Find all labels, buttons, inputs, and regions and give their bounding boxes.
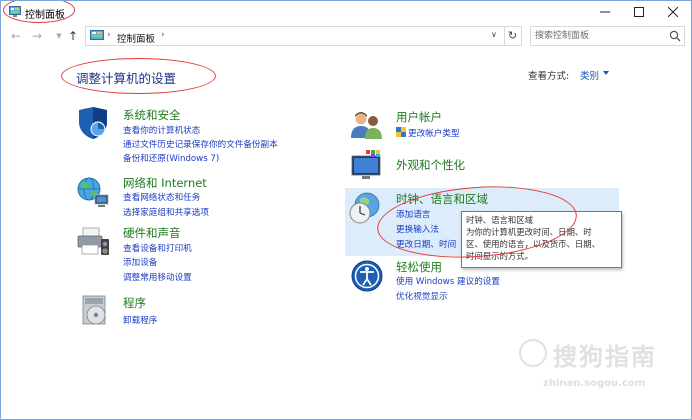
arrow-left-icon: ← xyxy=(10,29,22,43)
ease-of-access-icon[interactable] xyxy=(350,259,384,293)
up-button[interactable]: ↑ xyxy=(65,28,81,44)
link-devices-printers[interactable]: 查看设备和打印机 xyxy=(123,242,192,254)
programs-disc-icon[interactable] xyxy=(79,294,113,328)
printer-icon[interactable] xyxy=(76,225,110,259)
category-tooltip: 时钟、语言和区域 为你的计算机更改时间、日期、时 区、使用的语言，以及货币、日期… xyxy=(461,211,622,268)
minimize-button[interactable] xyxy=(588,1,622,23)
appearance-monitor-icon[interactable] xyxy=(350,149,384,183)
link-view-computer-status[interactable]: 查看你的计算机状态 xyxy=(123,124,200,136)
link-mobility-settings[interactable]: 调整常用移动设置 xyxy=(123,271,192,283)
arrow-right-icon: → xyxy=(31,29,43,43)
category-title-clock-region[interactable]: 时钟、语言和区域 xyxy=(396,191,488,207)
maximize-button[interactable] xyxy=(622,1,656,23)
back-button[interactable]: ← xyxy=(8,28,24,44)
clock-globe-icon[interactable] xyxy=(348,191,382,225)
window-title: 控制面板 xyxy=(25,10,65,21)
address-dropdown-icon[interactable]: ∨ xyxy=(491,30,497,39)
watermark-url: zhinan.sogou.com xyxy=(543,378,646,389)
user-accounts-icon[interactable] xyxy=(350,108,384,142)
link-optimize-visual[interactable]: 优化视觉显示 xyxy=(396,290,448,302)
category-title-system-security[interactable]: 系统和安全 xyxy=(123,107,181,123)
category-title-ease-of-access[interactable]: 轻松使用 xyxy=(396,259,442,275)
link-add-language[interactable]: 添加语言 xyxy=(396,208,430,220)
watermark-text: 搜狗指南 xyxy=(553,343,657,371)
uac-shield-icon xyxy=(396,127,406,137)
category-title-programs[interactable]: 程序 xyxy=(123,295,146,311)
category-title-hardware-sound[interactable]: 硬件和声音 xyxy=(123,225,181,241)
chevron-right-icon[interactable]: › xyxy=(161,30,165,40)
chevron-down-icon: ▼ xyxy=(56,32,62,40)
address-path[interactable]: 控制面板 xyxy=(117,31,155,45)
category-title-network[interactable]: 网络和 Internet xyxy=(123,175,207,191)
category-title-appearance[interactable]: 外观和个性化 xyxy=(396,157,465,173)
tooltip-line: 区、使用的语言，以及货币、日期、 xyxy=(466,239,600,249)
link-uninstall-program[interactable]: 卸载程序 xyxy=(123,314,157,326)
search-input[interactable] xyxy=(535,29,660,43)
title-bar[interactable]: 控制面板 xyxy=(1,1,691,23)
tooltip-line: 为你的计算机更改时间、日期、时 xyxy=(466,227,592,237)
category-title-user-accounts[interactable]: 用户帐户 xyxy=(396,109,442,125)
link-homegroup-sharing[interactable]: 选择家庭组和共享选项 xyxy=(123,206,209,218)
search-box[interactable] xyxy=(530,26,685,46)
link-change-account-type[interactable]: 更改帐户类型 xyxy=(408,127,460,139)
chevron-down-icon[interactable] xyxy=(603,71,609,75)
navigation-bar: ← → ▼ ↑ › 控制面板 › ∨ ↻ xyxy=(1,24,691,48)
link-change-date-time[interactable]: 更改日期、时间 xyxy=(396,238,456,250)
maximize-icon xyxy=(634,7,644,17)
shield-icon[interactable] xyxy=(76,106,110,140)
page-title: 调整计算机的设置 xyxy=(76,71,177,86)
tooltip-line: 时间显示的方式。 xyxy=(466,251,533,261)
watermark-logo-icon xyxy=(519,339,547,367)
refresh-icon: ↻ xyxy=(507,29,518,42)
chevron-right-icon[interactable]: › xyxy=(107,30,111,40)
minimize-icon xyxy=(600,11,610,13)
control-panel-window: 控制面板 ← → ▼ ↑ › 控制面板 › ∨ ↻ 搜索控制面板 调整计算机的设… xyxy=(0,0,692,420)
address-bar[interactable]: › 控制面板 › ∨ xyxy=(85,26,505,46)
link-windows-recommended[interactable]: 使用 Windows 建议的设置 xyxy=(396,275,500,287)
link-change-input-method[interactable]: 更换输入法 xyxy=(396,223,439,235)
link-view-network-status[interactable]: 查看网络状态和任务 xyxy=(123,191,200,203)
tooltip-line: 时钟、语言和区域 xyxy=(466,215,533,225)
control-panel-icon xyxy=(9,6,21,17)
link-add-device[interactable]: 添加设备 xyxy=(123,256,157,268)
view-by-label: 查看方式: xyxy=(528,71,570,82)
view-by-dropdown[interactable]: 类别 xyxy=(580,68,599,82)
search-icon[interactable] xyxy=(669,30,681,42)
link-file-history[interactable]: 通过文件历史记录保存你的文件备份副本 xyxy=(123,138,278,150)
arrow-up-icon: ↑ xyxy=(67,29,79,43)
link-backup-restore[interactable]: 备份和还原(Windows 7) xyxy=(123,152,219,164)
refresh-button[interactable]: ↻ xyxy=(504,26,522,46)
close-button[interactable] xyxy=(656,1,690,23)
network-globe-icon[interactable] xyxy=(76,175,110,209)
control-panel-icon xyxy=(90,30,104,40)
forward-button[interactable]: → xyxy=(29,28,45,44)
close-icon xyxy=(668,7,678,17)
